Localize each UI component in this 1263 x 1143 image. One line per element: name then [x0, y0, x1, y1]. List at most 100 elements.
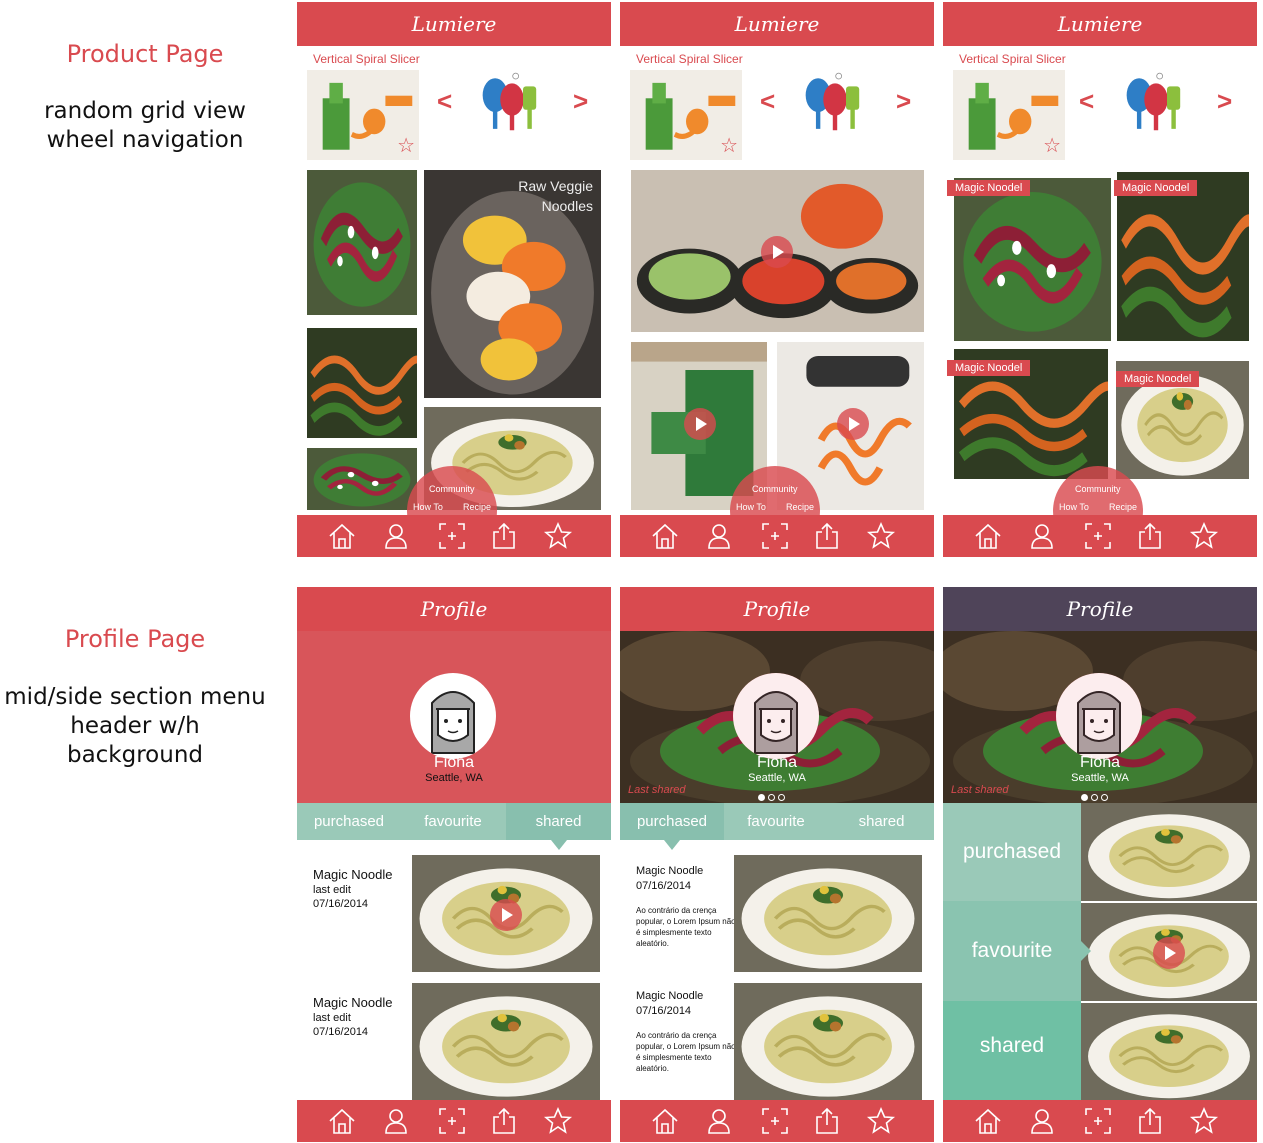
scan-icon[interactable]	[1083, 521, 1113, 551]
pager-dot[interactable]	[778, 794, 785, 801]
star-icon[interactable]	[866, 1106, 896, 1136]
play-icon[interactable]	[837, 408, 869, 440]
play-icon[interactable]	[1153, 937, 1185, 969]
entry-title[interactable]: Magic Noodle	[636, 990, 703, 1002]
share-icon[interactable]	[489, 521, 519, 551]
utensils-product-image[interactable]	[780, 47, 890, 155]
entry-title[interactable]: Magic Noodle	[636, 865, 703, 877]
magic-noodel-tag[interactable]: Magic Noodel	[947, 360, 1031, 376]
wheel-recipe[interactable]: Recipe	[1109, 502, 1137, 512]
wheel-how-to[interactable]: How To	[1059, 502, 1089, 512]
play-icon[interactable]	[684, 408, 716, 440]
share-icon[interactable]	[1135, 1106, 1165, 1136]
favourite-star-icon[interactable]: ☆	[397, 133, 415, 158]
side-menu-favourite[interactable]: favourite	[943, 901, 1081, 1001]
product-name[interactable]: Vertical Spiral Slicer	[636, 52, 743, 66]
home-icon[interactable]	[973, 521, 1003, 551]
pager-dot[interactable]	[1091, 794, 1098, 801]
share-icon[interactable]	[812, 1106, 842, 1136]
magic-noodel-tag[interactable]: Magic Noodel	[1116, 371, 1200, 387]
utensils-product-image[interactable]	[457, 47, 567, 155]
side-photo-favourite[interactable]	[1081, 903, 1257, 1001]
scan-icon[interactable]	[760, 1106, 790, 1136]
share-icon[interactable]	[1135, 521, 1165, 551]
avatar[interactable]	[410, 673, 496, 759]
side-photo-purchased[interactable]	[1081, 803, 1257, 901]
slicer-thumbnail[interactable]: ☆	[307, 70, 419, 160]
grid-photo-raw-veggie-noodles[interactable]: Raw Veggie Noodles	[424, 170, 601, 398]
wheel-community[interactable]: Community	[752, 484, 798, 494]
carousel-prev-arrow[interactable]: <	[1079, 88, 1094, 114]
scan-icon[interactable]	[1083, 1106, 1113, 1136]
wheel-recipe[interactable]: Recipe	[786, 502, 814, 512]
slicer-thumbnail[interactable]: ☆	[953, 70, 1065, 160]
magic-noodel-tag[interactable]: Magic Noodel	[947, 180, 1031, 196]
scan-icon[interactable]	[437, 1106, 467, 1136]
avatar[interactable]	[733, 673, 819, 759]
entry-title[interactable]: Magic Noodle	[313, 867, 393, 882]
product-name[interactable]: Vertical Spiral Slicer	[959, 52, 1066, 66]
pager-dot[interactable]	[1101, 794, 1108, 801]
side-menu-shared[interactable]: shared	[943, 1001, 1081, 1101]
carousel-prev-arrow[interactable]: <	[437, 88, 452, 114]
profile-icon[interactable]	[1027, 521, 1057, 551]
slicer-thumbnail[interactable]: ☆	[630, 70, 742, 160]
star-icon[interactable]	[543, 1106, 573, 1136]
tab-purchased[interactable]: purchased	[297, 803, 401, 840]
entry-photo[interactable]	[412, 855, 600, 972]
wheel-community[interactable]: Community	[429, 484, 475, 494]
carousel-next-arrow[interactable]: >	[1217, 88, 1232, 114]
profile-icon[interactable]	[704, 521, 734, 551]
play-icon[interactable]	[490, 899, 522, 931]
grid-photo-orange-pasta[interactable]	[307, 328, 417, 438]
home-icon[interactable]	[327, 1106, 357, 1136]
entry-photo[interactable]	[734, 983, 922, 1100]
profile-icon[interactable]	[1027, 1106, 1057, 1136]
star-icon[interactable]	[543, 521, 573, 551]
carousel-prev-arrow[interactable]: <	[760, 88, 775, 114]
share-icon[interactable]	[489, 1106, 519, 1136]
star-icon[interactable]	[1189, 521, 1219, 551]
entry-photo[interactable]	[734, 855, 922, 972]
wheel-how-to[interactable]: How To	[736, 502, 766, 512]
pager-dot-active[interactable]	[1081, 794, 1088, 801]
side-photo-shared[interactable]	[1081, 1003, 1257, 1101]
tab-favourite[interactable]: favourite	[401, 803, 505, 840]
scan-icon[interactable]	[437, 521, 467, 551]
star-icon[interactable]	[1189, 1106, 1219, 1136]
wheel-how-to[interactable]: How To	[413, 502, 443, 512]
carousel-next-arrow[interactable]: >	[896, 88, 911, 114]
product-name[interactable]: Vertical Spiral Slicer	[313, 52, 420, 66]
avatar[interactable]	[1056, 673, 1142, 759]
wheel-community[interactable]: Community	[1075, 484, 1121, 494]
tagged-photo-carrot-noodles[interactable]	[1117, 172, 1249, 341]
home-icon[interactable]	[327, 521, 357, 551]
tab-favourite[interactable]: favourite	[724, 803, 828, 840]
side-menu-purchased[interactable]: purchased	[943, 803, 1081, 901]
entry-title[interactable]: Magic Noodle	[313, 995, 393, 1010]
carousel-next-arrow[interactable]: >	[573, 88, 588, 114]
pager-dot[interactable]	[768, 794, 775, 801]
tagged-photo-beet-salad[interactable]	[954, 178, 1111, 341]
favourite-star-icon[interactable]: ☆	[720, 133, 738, 158]
grid-photo-salad-fork[interactable]	[307, 170, 417, 315]
tab-purchased[interactable]: purchased	[620, 803, 724, 840]
favourite-star-icon[interactable]: ☆	[1043, 133, 1061, 158]
profile-icon[interactable]	[704, 1106, 734, 1136]
pager-dot-active[interactable]	[758, 794, 765, 801]
star-icon[interactable]	[866, 521, 896, 551]
home-icon[interactable]	[973, 1106, 1003, 1136]
wheel-recipe[interactable]: Recipe	[463, 502, 491, 512]
entry-photo[interactable]	[412, 983, 600, 1100]
grid-photo-beet-salad[interactable]	[307, 448, 417, 510]
magic-noodel-tag[interactable]: Magic Noodel	[1114, 180, 1198, 196]
tab-shared[interactable]: shared	[506, 803, 611, 840]
profile-icon[interactable]	[381, 521, 411, 551]
scan-icon[interactable]	[760, 521, 790, 551]
tab-shared[interactable]: shared	[829, 803, 934, 840]
video-thumbnail-bowls[interactable]	[631, 170, 924, 332]
share-icon[interactable]	[812, 521, 842, 551]
home-icon[interactable]	[650, 1106, 680, 1136]
utensils-product-image[interactable]	[1101, 47, 1211, 155]
play-icon[interactable]	[761, 236, 793, 268]
